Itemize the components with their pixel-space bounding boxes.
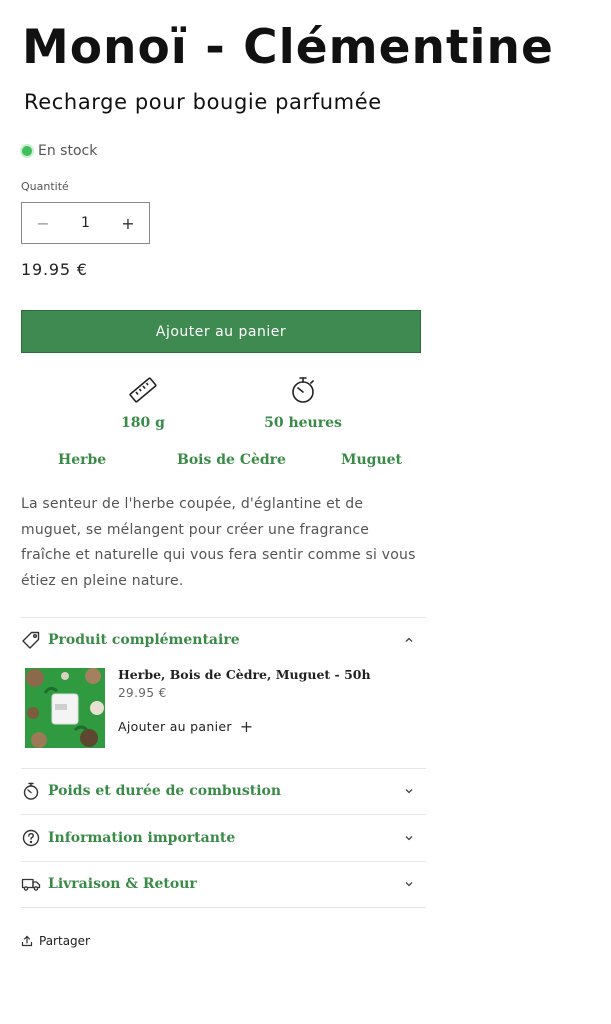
accordion-shipping-returns[interactable]: Livraison & Retour (21, 872, 421, 896)
plus-icon: + (239, 716, 254, 736)
chevron-down-icon (405, 789, 413, 794)
stock-status: En stock (22, 143, 97, 159)
complementary-product-image[interactable] (25, 668, 105, 748)
divider (21, 617, 426, 618)
accordion-important-info-title: Information importante (48, 830, 236, 846)
accordion-shipping-returns-title: Livraison & Retour (48, 876, 197, 892)
share-label: Partager (39, 934, 90, 948)
scent-note-bois-de-cedre: Bois de Cèdre (177, 452, 286, 468)
tag-icon (21, 630, 41, 650)
stopwatch-icon (21, 781, 41, 801)
stopwatch-icon (292, 377, 314, 403)
increase-quantity-button[interactable]: + (119, 214, 137, 233)
share-button[interactable]: Partager (21, 934, 90, 948)
accordion-complementary[interactable]: Produit complémentaire (21, 628, 421, 652)
accordion-complementary-title: Produit complémentaire (48, 632, 240, 648)
quantity-label: Quantité (21, 180, 69, 193)
complementary-add-label: Ajouter au panier (118, 719, 232, 734)
divider (21, 861, 426, 862)
divider (21, 814, 426, 815)
divider (21, 768, 426, 769)
chevron-down-icon (405, 882, 413, 887)
truck-icon (21, 874, 41, 894)
complementary-product-name[interactable]: Herbe, Bois de Cèdre, Muguet - 50h (118, 667, 371, 682)
product-price: 19.95 € (21, 260, 88, 279)
divider (21, 907, 426, 908)
feature-burn-time-label: 50 heures (264, 415, 342, 431)
accordion-weight-burn-title: Poids et durée de combustion (48, 783, 282, 799)
accordion-weight-burn[interactable]: Poids et durée de combustion (21, 779, 421, 803)
share-icon (21, 935, 33, 947)
feature-weight-label: 180 g (121, 415, 165, 431)
add-to-cart-button[interactable]: Ajouter au panier (21, 310, 421, 353)
quantity-input[interactable]: 1 (81, 215, 90, 231)
product-description: La senteur de l'herbe coupée, d'églantin… (21, 496, 416, 589)
scent-note-herbe: Herbe (58, 452, 107, 468)
complementary-add-to-cart-button[interactable]: Ajouter au panier + (118, 716, 254, 736)
chevron-down-icon (405, 836, 413, 841)
chevron-up-icon (405, 637, 413, 642)
accordion-important-info[interactable]: Information importante (21, 826, 421, 850)
feature-burn-time: 50 heures (263, 374, 343, 431)
product-subtitle: Recharge pour bougie parfumée (24, 90, 382, 114)
product-title: Monoï - Clémentine (22, 20, 554, 75)
stock-dot-icon (22, 146, 32, 156)
ruler-icon (129, 377, 157, 403)
scent-note-muguet: Muguet (341, 452, 403, 468)
feature-weight: 180 g (108, 374, 178, 431)
stock-label: En stock (38, 143, 98, 159)
complementary-product-price: 29.95 € (118, 686, 167, 700)
decrease-quantity-button[interactable]: − (34, 214, 52, 233)
question-circle-icon (21, 828, 41, 848)
quantity-stepper: − 1 + (21, 202, 150, 244)
